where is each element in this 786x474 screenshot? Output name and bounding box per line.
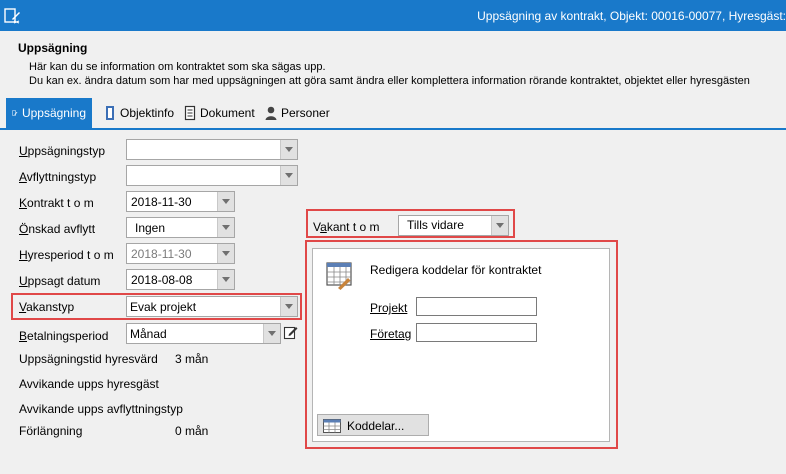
onskad-avflytt-date[interactable]: Ingen: [126, 217, 235, 238]
uppsagning-content: Uppsägningstyp Avflyttningstyp Kontrakt …: [0, 130, 786, 474]
tab-uppsagning[interactable]: Uppsägning: [6, 98, 92, 128]
chevron-down-icon[interactable]: [217, 244, 234, 263]
uppsagningstid-value: 3 mån: [175, 352, 209, 366]
table-edit-icon: [326, 262, 352, 290]
page-title: Uppsägning: [18, 41, 88, 55]
uppsagningstid-label: Uppsägningstid hyresvärd: [19, 352, 158, 366]
chevron-down-icon[interactable]: [491, 216, 508, 235]
edit-document-icon: [4, 8, 20, 24]
window-title: Uppsägning av kontrakt, Objekt: 00016-00…: [477, 9, 786, 23]
chevron-down-icon[interactable]: [280, 166, 297, 185]
foretag-input[interactable]: [416, 323, 537, 342]
uppsagningstyp-combo[interactable]: [126, 139, 298, 160]
chevron-down-icon[interactable]: [280, 140, 297, 159]
tab-label: Uppsägning: [21, 106, 86, 120]
description-line-1: Här kan du se information om kontraktet …: [29, 61, 326, 73]
uppsagt-datum-label: Uppsagt datum: [19, 274, 101, 288]
chevron-down-icon[interactable]: [280, 297, 297, 316]
onskad-avflytt-label: Önskad avflytt: [19, 222, 96, 236]
chevron-down-icon[interactable]: [217, 218, 234, 237]
tab-label: Dokument: [200, 106, 255, 120]
header-panel: Uppsägning Här kan du se information om …: [0, 31, 786, 98]
koddelar-button-label: Koddelar...: [347, 419, 405, 433]
betalningsperiod-combo[interactable]: Månad: [126, 323, 281, 344]
uppsagningstyp-label: Uppsägningstyp: [19, 144, 106, 158]
vakanstyp-combo[interactable]: Evak projekt: [126, 296, 298, 317]
koddelar-title: Redigera koddelar för kontraktet: [370, 263, 542, 277]
avflyttningstyp-label: Avflyttningstyp: [19, 170, 97, 184]
tab-strip: Uppsägning Objektinfo Dokument Personer: [0, 98, 786, 130]
forlangning-value: 0 mån: [175, 424, 209, 438]
title-bar: Uppsägning av kontrakt, Objekt: 00016-00…: [0, 0, 786, 31]
koddelar-panel: Redigera koddelar för kontraktet Projekt…: [312, 248, 610, 442]
betalningsperiod-label: Betalningsperiod: [19, 329, 109, 343]
edit-pencil-icon[interactable]: [283, 324, 299, 340]
tab-objektinfo[interactable]: Objektinfo: [98, 98, 180, 128]
edit-doc-icon: [12, 110, 18, 116]
document-icon: [184, 105, 196, 121]
avvikande-hyresgast-label: Avvikande upps hyresgäst: [19, 377, 159, 391]
person-icon: [265, 106, 277, 120]
foretag-label: Företag: [370, 327, 412, 341]
hyresperiod-tom-label: Hyresperiod t o m: [19, 248, 114, 262]
door-icon: [106, 106, 114, 120]
tab-personer[interactable]: Personer: [259, 98, 336, 128]
tab-dokument[interactable]: Dokument: [178, 98, 261, 128]
chevron-down-icon[interactable]: [217, 270, 234, 289]
forlangning-label: Förlängning: [19, 424, 83, 438]
hyresperiod-tom-date[interactable]: 2018-11-30: [126, 243, 235, 264]
chevron-down-icon[interactable]: [217, 192, 234, 211]
koddelar-button[interactable]: Koddelar...: [317, 414, 429, 436]
table-icon: [323, 419, 341, 433]
uppsagt-datum-date[interactable]: 2018-08-08: [126, 269, 235, 290]
projekt-input[interactable]: [416, 297, 537, 316]
kontrakt-tom-date[interactable]: 2018-11-30: [126, 191, 235, 212]
kontrakt-tom-label: Kontrakt t o m: [19, 196, 94, 210]
avvikande-avflyttningstyp-label: Avvikande upps avflyttningstyp: [19, 402, 183, 416]
projekt-label: Projekt: [370, 301, 408, 315]
tab-label: Objektinfo: [120, 106, 175, 120]
description-line-2: Du kan ex. ändra datum som har med uppsä…: [29, 75, 750, 87]
avflyttningstyp-combo[interactable]: [126, 165, 298, 186]
vakant-tom-combo[interactable]: Tills vidare: [398, 215, 509, 236]
chevron-down-icon[interactable]: [263, 324, 280, 343]
vakant-tom-label: Vakant t o m: [313, 220, 380, 234]
tab-label: Personer: [281, 106, 330, 120]
vakanstyp-label: Vakanstyp: [19, 300, 75, 314]
